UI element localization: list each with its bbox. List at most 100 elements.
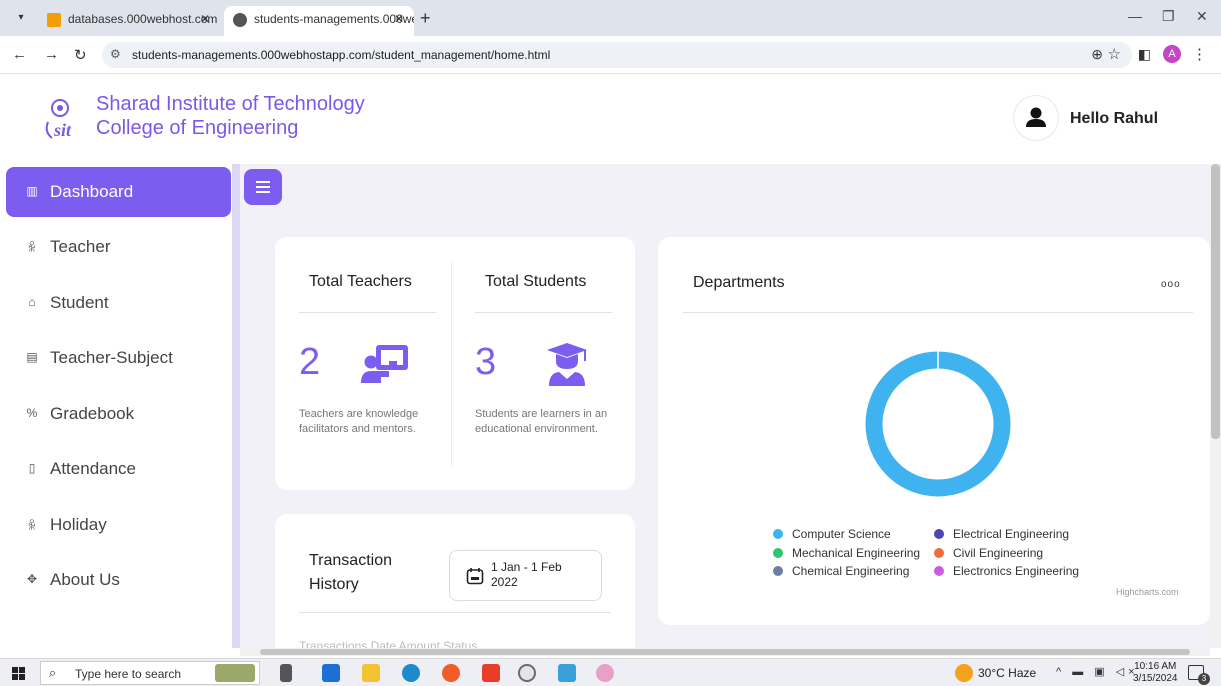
sidebar-item-holiday[interactable]: ꆜ Holiday (6, 500, 231, 550)
departments-donut-chart (865, 351, 1011, 497)
bookmark-star-icon[interactable]: ☆ (1108, 45, 1121, 63)
sidebar-item-label: About Us (50, 570, 120, 589)
profile-avatar[interactable]: A (1163, 45, 1181, 63)
date-range-text: 1 Jan - 1 Feb 2022 (491, 560, 562, 589)
sidebar-item-gradebook[interactable]: % Gradebook (6, 389, 231, 439)
app-icon[interactable] (558, 664, 576, 682)
side-panel-icon[interactable]: ◧ (1138, 46, 1151, 63)
legend-item-electrical-engineering[interactable]: Electrical Engineering (934, 527, 1069, 541)
sidebar-item-teacher-subject[interactable]: ▤ Teacher-Subject (6, 333, 231, 383)
reload-icon[interactable]: ↻ (74, 46, 87, 64)
edge-browser-icon[interactable] (402, 664, 420, 682)
more-options-icon[interactable]: ooo (1161, 279, 1181, 290)
transaction-table-header: Transactions Date Amount Status (299, 639, 478, 648)
system-tray-icons[interactable]: ^ ▬ ▣ ◁× (1056, 665, 1139, 678)
legend-label: Chemical Engineering (792, 564, 910, 578)
legend-dot (773, 566, 783, 576)
hamburger-line (256, 186, 270, 188)
sidebar-item-dashboard[interactable]: ▥ Dashboard (6, 167, 231, 217)
legend-label: Mechanical Engineering (792, 546, 921, 560)
sidebar-item-label: Dashboard (50, 182, 134, 201)
snipping-tool-icon[interactable] (596, 664, 614, 682)
teacher-board-icon (361, 345, 408, 383)
sidebar-scroll-track[interactable] (232, 164, 240, 648)
chrome-browser-icon[interactable] (518, 664, 536, 682)
site-info-icon[interactable]: ⚙ (110, 47, 121, 61)
user-avatar[interactable] (1014, 96, 1058, 140)
tab-title: databases.000webhost.com / lo (68, 12, 220, 26)
maximize-icon[interactable]: ❐ (1162, 8, 1175, 25)
college-name: College of Engineering (96, 117, 299, 139)
search-icon: ⌕ (49, 665, 57, 680)
sidebar-item-teacher[interactable]: ꆜ Teacher (6, 222, 231, 272)
hamburger-line (256, 191, 270, 193)
total-students-count: 3 (475, 341, 497, 383)
browser-tab-databases[interactable]: databases.000webhost.com / lo ✕ (38, 6, 220, 36)
total-teachers-count: 2 (299, 341, 321, 383)
brave-browser-icon[interactable] (442, 664, 460, 682)
back-arrow-icon[interactable]: ← (12, 46, 27, 63)
legend-item-computer-science[interactable]: Computer Science (773, 527, 891, 541)
tab-title: students-managements.000wel (254, 12, 414, 26)
sidebar-item-about-us[interactable]: ✥ About Us (6, 555, 231, 605)
divider (299, 312, 436, 313)
url-field[interactable]: ⚙ students-managements.000webhostapp.com… (102, 42, 1132, 68)
id-card-icon: ▤ (26, 350, 38, 364)
sidebar-item-attendance[interactable]: ▯ Attendance (6, 444, 231, 494)
sidebar-item-label: Student (50, 293, 109, 312)
user-icon (1026, 107, 1046, 127)
sidebar: ▥ Dashboard ꆜ Teacher ⌂ Student ▤ Teache… (0, 164, 232, 648)
institute-name: Sharad Institute of Technology (96, 93, 365, 115)
sidebar-item-label: Gradebook (50, 404, 135, 423)
weather-text[interactable]: 30°C Haze (978, 666, 1036, 680)
search-placeholder: Type here to search (75, 667, 182, 681)
tab-close-icon[interactable]: ✕ (394, 6, 404, 32)
sidebar-item-student[interactable]: ⌂ Student (6, 278, 231, 328)
sublime-text-icon[interactable] (482, 664, 500, 682)
clock[interactable]: 10:16 AM 3/15/2024 (1133, 661, 1178, 685)
graduation-cap-icon: ⌂ (28, 295, 36, 309)
legend-dot (773, 529, 783, 539)
document-icon: ▯ (28, 461, 36, 475)
highcharts-credit-link[interactable]: Highcharts.com (1116, 587, 1179, 597)
address-bar: ← → ↻ ⚙ students-managements.000webhosta… (0, 36, 1221, 74)
browser-menu-icon[interactable]: ⋮ (1192, 45, 1207, 63)
vertical-scroll-thumb[interactable] (1211, 164, 1220, 439)
legend-item-civil-engineering[interactable]: Civil Engineering (934, 546, 1043, 560)
donut-slice-computer-science[interactable] (865, 351, 1011, 497)
sidebar-item-label: Holiday (50, 515, 107, 534)
legend-item-electronics-engineering[interactable]: Electronics Engineering (934, 564, 1079, 578)
user-greeting: Hello Rahul (1070, 110, 1159, 127)
date-range-picker[interactable]: 1 Jan - 1 Feb 2022 (449, 550, 602, 601)
windows-taskbar: ⌕ Type here to search 30°C Haze ^ ▬ ▣ ◁×… (0, 658, 1221, 686)
person-icon: ꆜ (27, 241, 37, 255)
sidebar-item-label: Attendance (50, 459, 137, 478)
browser-tab-bar: ▾ databases.000webhost.com / lo ✕ studen… (0, 0, 1221, 36)
transaction-history-card: Transaction History 1 Jan - 1 Feb 2022 T… (275, 514, 635, 648)
zoom-icon[interactable]: ⊕ (1091, 46, 1103, 63)
task-view-icon[interactable] (280, 664, 292, 682)
browser-tab-students-management[interactable]: students-managements.000wel ✕ (224, 6, 414, 36)
users-icon: ✥ (26, 572, 38, 586)
divider (683, 312, 1193, 313)
file-explorer-icon[interactable] (362, 664, 380, 682)
tab-close-icon[interactable]: ✕ (200, 6, 210, 32)
windows-start-icon[interactable] (12, 667, 25, 680)
divider (475, 312, 612, 313)
forward-arrow-icon[interactable]: → (44, 46, 59, 63)
window-close-icon[interactable]: ✕ (1196, 8, 1208, 25)
hamburger-menu-button[interactable] (244, 169, 282, 205)
new-tab-button[interactable]: + (420, 8, 431, 29)
mail-icon[interactable] (322, 664, 340, 682)
stat-divider (451, 262, 452, 467)
clock-time: 10:16 AM (1134, 661, 1177, 672)
total-teachers-title: Total Teachers (309, 273, 412, 290)
search-highlight-icon (215, 664, 255, 682)
minimize-icon[interactable]: — (1128, 8, 1142, 24)
legend-item-mechanical-engineering[interactable]: Mechanical Engineering (773, 546, 920, 560)
tab-search-chevron-icon[interactable]: ▾ (12, 9, 30, 27)
sidebar-item-label: Teacher (50, 237, 111, 256)
tab-favicon-icon (233, 13, 247, 27)
horizontal-scroll-thumb[interactable] (260, 649, 1190, 655)
legend-item-chemical-engineering[interactable]: Chemical Engineering (773, 564, 909, 578)
